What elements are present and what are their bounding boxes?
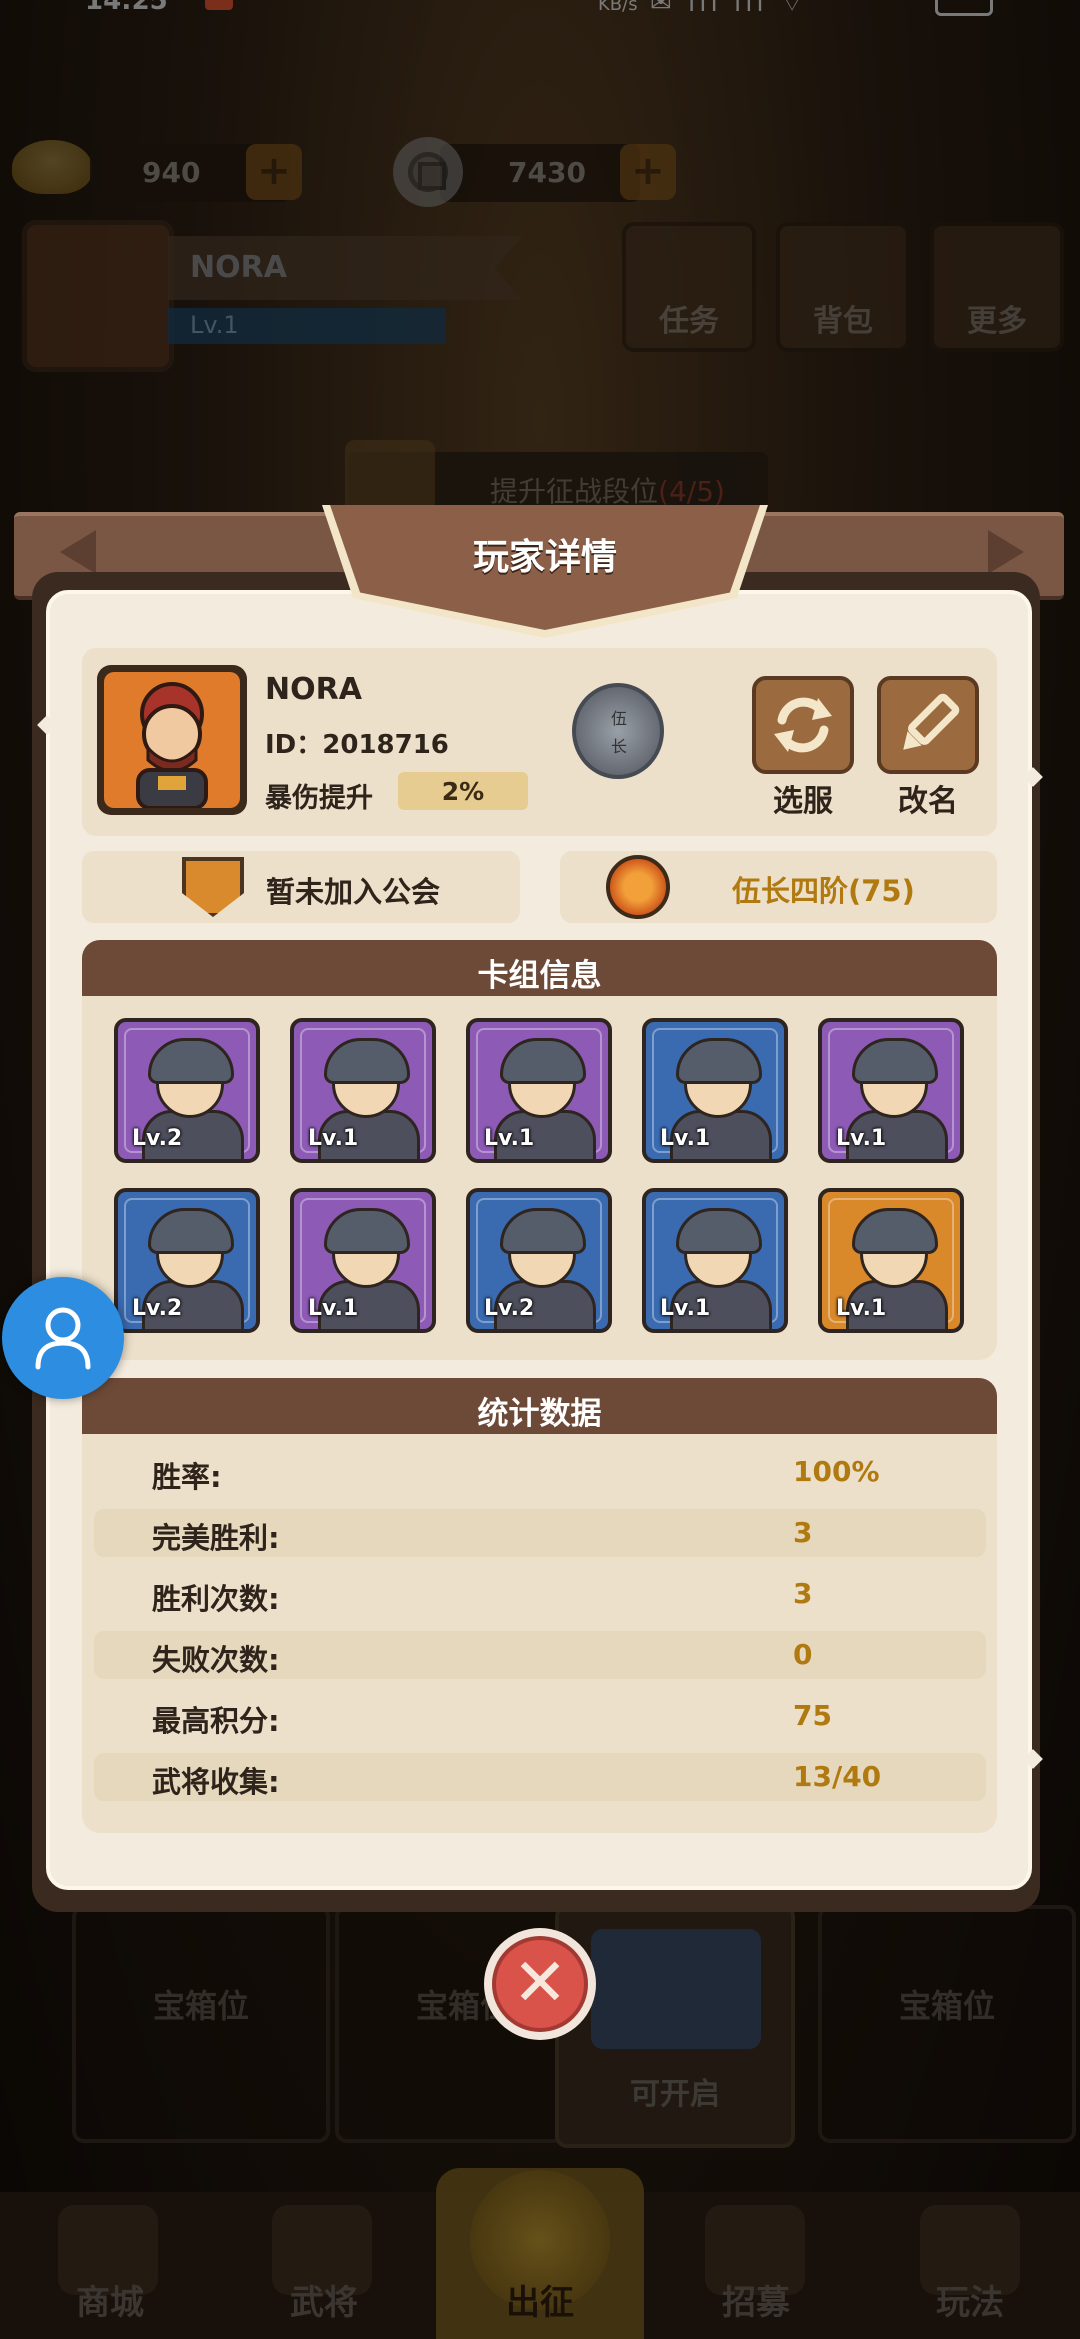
stats-title: 统计数据: [477, 1396, 602, 1432]
rank-bag-icon: [606, 855, 670, 919]
hero-card[interactable]: Lv.1: [466, 1018, 612, 1163]
rank-medal-text: 伍长: [610, 709, 627, 756]
hero-level: Lv.1: [308, 1126, 359, 1151]
stat-value: 13/40: [793, 1760, 882, 1793]
warrior-portrait-icon: [136, 682, 208, 808]
floating-user-button[interactable]: [2, 1277, 124, 1399]
hero-card[interactable]: Lv.1: [818, 1188, 964, 1333]
guild-text: 暂未加入公会: [266, 875, 441, 909]
rank-medal-icon: 伍长: [572, 683, 664, 779]
stat-value: 100%: [793, 1455, 880, 1488]
hero-level: Lv.2: [132, 1126, 183, 1151]
stat-label: 完美胜利:: [152, 1521, 280, 1555]
crit-bonus-label: 暴伤提升: [265, 783, 373, 814]
player-name: NORA: [265, 672, 362, 707]
hero-level: Lv.2: [484, 1296, 535, 1321]
hero-card[interactable]: Lv.2: [466, 1188, 612, 1333]
rename-label: 改名: [898, 784, 958, 819]
close-icon: ✕: [492, 1936, 588, 2032]
hero-level: Lv.1: [660, 1296, 711, 1321]
hero-level: Lv.2: [132, 1296, 183, 1321]
hero-level: Lv.1: [836, 1126, 887, 1151]
stat-label: 失败次数:: [152, 1643, 280, 1677]
pencil-icon: [903, 693, 960, 750]
hero-card[interactable]: Lv.1: [642, 1018, 788, 1163]
switch-server-label: 选服: [773, 784, 833, 819]
stat-value: 3: [793, 1577, 813, 1610]
crit-bonus-value: 2%: [441, 777, 485, 806]
rank-text: 伍长四阶(75): [732, 874, 915, 908]
hero-card[interactable]: Lv.1: [818, 1018, 964, 1163]
hero-card[interactable]: Lv.1: [290, 1188, 436, 1333]
deck-title: 卡组信息: [477, 958, 602, 994]
switch-server-button[interactable]: [752, 676, 854, 774]
user-icon: [35, 1307, 91, 1370]
hero-level: Lv.1: [308, 1296, 359, 1321]
close-button[interactable]: ✕: [484, 1928, 596, 2040]
ribbon-arrow-left: [60, 530, 96, 574]
hero-level: Lv.1: [836, 1296, 887, 1321]
ribbon-arrow-right: [988, 530, 1024, 574]
stat-value: 75: [793, 1699, 832, 1732]
player-avatar[interactable]: [104, 672, 240, 808]
hero-card[interactable]: Lv.2: [114, 1018, 260, 1163]
hero-card[interactable]: Lv.2: [114, 1188, 260, 1333]
rename-button[interactable]: [877, 676, 979, 774]
stat-label: 武将收集:: [152, 1765, 280, 1799]
stat-value: 3: [793, 1516, 813, 1549]
hero-level: Lv.1: [660, 1126, 711, 1151]
stat-value: 0: [793, 1638, 813, 1671]
stat-label: 胜利次数:: [152, 1582, 280, 1616]
stat-label: 最高积分:: [152, 1704, 280, 1738]
hero-card[interactable]: Lv.1: [290, 1018, 436, 1163]
stat-label: 胜率:: [152, 1460, 222, 1494]
hero-level: Lv.1: [484, 1126, 535, 1151]
player-id: ID：2018716: [265, 730, 449, 760]
dialog-title: 玩家详情: [472, 537, 617, 578]
refresh-icon: [774, 697, 832, 753]
hero-card[interactable]: Lv.1: [642, 1188, 788, 1333]
